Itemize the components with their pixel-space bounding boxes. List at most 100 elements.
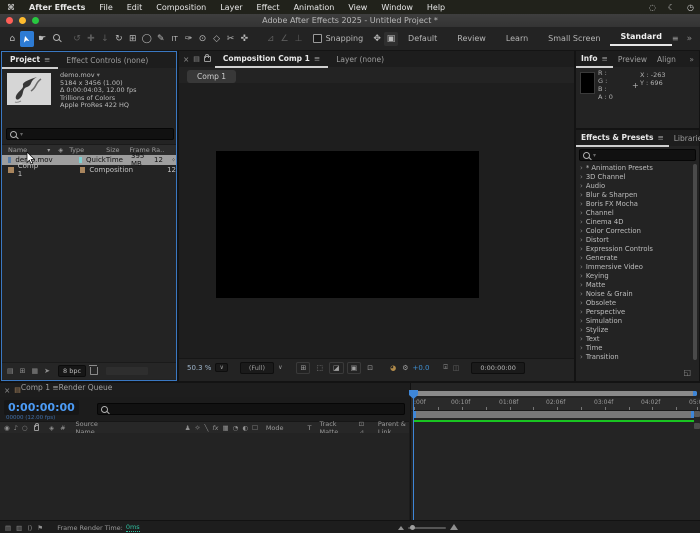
caret-down-icon[interactable]: ▾ [97,71,100,79]
panel-menu-icon[interactable]: ≡ [314,54,320,63]
zoom-dropdown-icon[interactable]: ∨ [215,363,227,372]
new-preset-icon[interactable]: ◱ [683,368,691,377]
workspace-standard[interactable]: Standard [610,32,671,46]
comp-frame[interactable] [216,151,479,298]
fx-category[interactable]: ›Color Correction [576,226,694,235]
menu-view[interactable]: View [341,3,374,12]
menu-window[interactable]: Window [374,3,420,12]
apple-menu-icon[interactable]: ⌘ [0,3,22,12]
comp-breadcrumb[interactable]: Comp 1 [187,70,236,83]
color-management-icon[interactable]: ◕ [390,364,396,372]
panel-overflow-icon[interactable]: » [689,55,699,64]
fx-category[interactable]: ›Matte [576,280,694,289]
menu-layer[interactable]: Layer [213,3,249,12]
search-dropdown-icon[interactable]: ▾ [593,152,596,159]
close-icon[interactable]: × [179,55,193,64]
fx-category[interactable]: ›Perspective [576,307,694,316]
column-t[interactable]: T [308,424,312,432]
fx-category[interactable]: ›Keying [576,271,694,280]
fx-category[interactable]: ›Boris FX Mocha [576,199,694,208]
label-color-icon[interactable]: ◈ [49,424,54,432]
chevron-right-icon[interactable]: › [580,326,583,334]
audio-toggle-icon[interactable]: ♪ [14,424,18,432]
timeline-timecode[interactable]: 0:00:00:00 [4,400,79,415]
comp-marker-bin-icon[interactable] [694,423,700,429]
mask-visibility-icon[interactable]: ⬚ [313,363,326,373]
tab-preview[interactable]: Preview [613,51,652,67]
system-status-icon[interactable]: ☾ [662,3,681,12]
effects-search-input[interactable]: ▾ [579,149,696,161]
fx-category[interactable]: ›Expression Controls [576,244,694,253]
zoom-slider-thumb[interactable] [410,525,415,530]
fx-category[interactable]: ›Generate [576,253,694,262]
comp-timecode[interactable]: 0:00:00:00 [471,362,525,374]
motion-blur-switch-icon[interactable]: ◔ [233,424,239,432]
fx-category[interactable]: ›Simulation [576,316,694,325]
menu-edit[interactable]: Edit [120,3,150,12]
snapshot-camera-icon[interactable]: ⌻ [443,363,447,372]
chevron-right-icon[interactable]: › [580,200,583,208]
comp-viewer[interactable] [179,83,574,358]
fx-category[interactable]: ›Transition [576,352,694,361]
pan-handle-right[interactable] [693,391,697,396]
world-axis-mode-icon[interactable]: ∠ [278,31,292,47]
chevron-right-icon[interactable]: › [580,299,583,307]
panel-menu-icon[interactable]: ≡ [657,133,663,142]
fx-category[interactable]: ›Blur & Sharpen [576,190,694,199]
chevron-right-icon[interactable]: › [580,227,583,235]
comp-button-icon[interactable] [694,411,700,417]
menu-file[interactable]: File [92,3,119,12]
panel-menu-icon[interactable]: ≡ [602,54,608,63]
new-folder-icon[interactable]: ⊞ [20,367,26,375]
chevron-right-icon[interactable]: › [580,281,583,289]
snapping-checkbox[interactable] [313,34,321,43]
workspace-menu-icon[interactable]: ≡ [672,34,679,43]
puppet-pin-tool[interactable]: ✜ [237,31,251,47]
solo-toggle-icon[interactable]: ○ [22,424,28,432]
fx-category[interactable]: ›Stylize [576,325,694,334]
column-size[interactable]: Size [106,146,119,154]
tab-align[interactable]: Align [652,51,681,67]
tab-layer-none[interactable]: Layer (none) [328,51,392,67]
chevron-right-icon[interactable]: › [580,173,583,181]
search-dropdown-icon[interactable]: ▾ [20,131,23,138]
menu-effect[interactable]: Effect [250,3,287,12]
chevron-right-icon[interactable]: › [580,272,583,280]
brush-tool[interactable]: ✑ [182,31,196,47]
view-axis-mode-icon[interactable]: ⊥ [292,31,306,47]
workspace-learn[interactable]: Learn [496,34,538,43]
frame-render-time-value[interactable]: 0ms [126,523,140,532]
chevron-right-icon[interactable]: › [580,191,583,199]
column-number[interactable]: # [60,424,65,432]
fx-category[interactable]: ›Noise & Grain [576,289,694,298]
pen-tool[interactable]: ✎ [154,31,168,47]
close-icon[interactable]: × [0,386,14,395]
resolution-caret-icon[interactable]: ∨ [278,364,282,371]
fx-category[interactable]: ›Audio [576,181,694,190]
dolly-camera-tool[interactable]: ↓ [98,31,112,47]
tab-libraries[interactable]: Libraries [669,130,700,146]
exposure-value[interactable]: +0.0 [412,364,429,372]
chevron-right-icon[interactable]: › [580,218,583,226]
local-axis-mode-icon[interactable]: ⊿ [264,31,278,47]
workspace-review[interactable]: Review [447,34,496,43]
record-indicator-icon[interactable]: ◌ [643,3,662,12]
pan-camera-tool[interactable]: ✚ [84,31,98,47]
tab-effects-presets[interactable]: Effects & Presets ≡ [576,129,669,147]
tab-effect-controls[interactable]: Effect Controls (none) [58,52,156,68]
effects-scrollbar[interactable] [693,164,697,360]
threed-switch-icon[interactable]: ☐ [252,424,258,432]
timeline-layer-area[interactable] [0,433,409,520]
comp-marker-icon[interactable]: ⚑ [37,524,43,532]
column-type[interactable]: Type [69,146,84,154]
fx-category[interactable]: ›3D Channel [576,172,694,181]
panel-menu-icon[interactable]: ≡ [44,55,50,64]
workspace-small-screen[interactable]: Small Screen [538,34,610,43]
fx-category[interactable]: ›Obsolete [576,298,694,307]
shy-switch-icon[interactable]: ♟ [185,424,191,432]
chevron-right-icon[interactable]: › [580,254,583,262]
transparency-grid-icon[interactable]: ◪ [329,362,344,374]
hand-tool[interactable]: ☛ [35,31,49,47]
clone-stamp-tool[interactable]: ⊙ [196,31,210,47]
chevron-right-icon[interactable]: › [580,245,583,253]
